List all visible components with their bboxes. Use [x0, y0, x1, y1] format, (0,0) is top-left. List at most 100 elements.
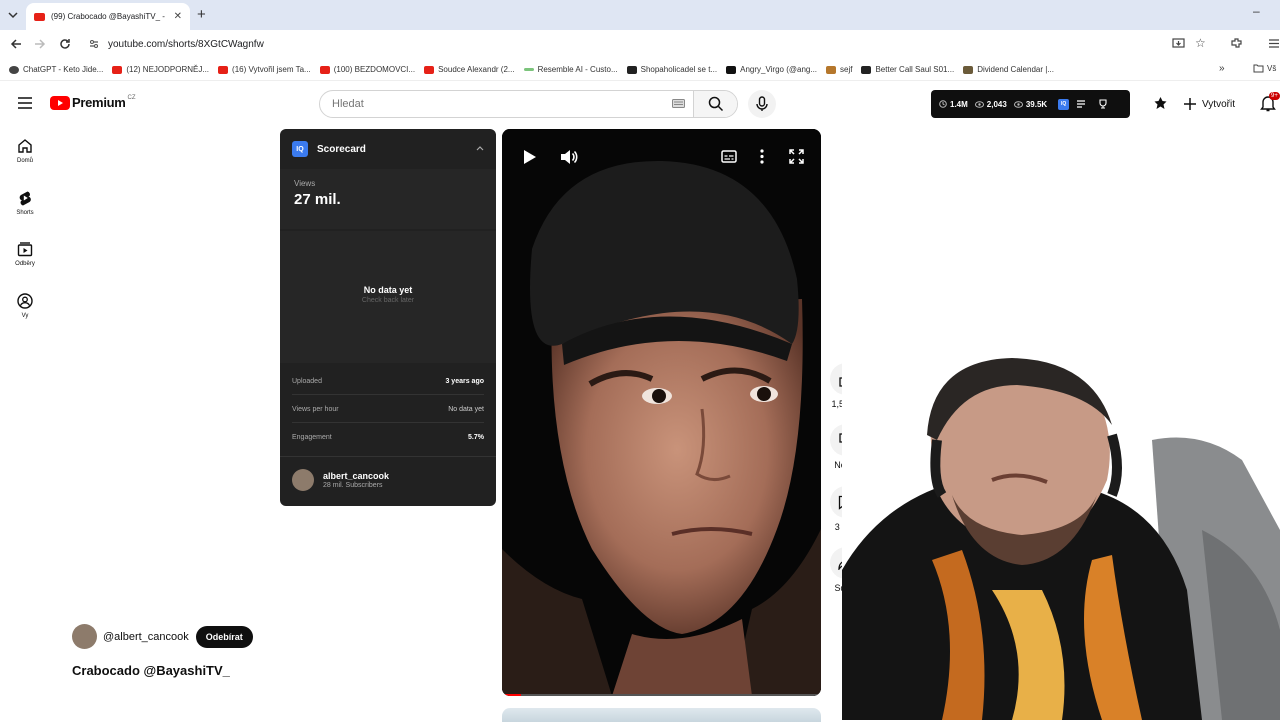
list-icon[interactable]	[1076, 99, 1086, 109]
channel-name: albert_cancook	[323, 471, 390, 481]
stat-row-uploaded: Uploaded 3 years ago	[292, 378, 484, 385]
bookmark-item[interactable]: Better Call Saul S01...	[861, 65, 954, 74]
extensions-icon[interactable]	[1230, 37, 1243, 50]
play-icon	[524, 150, 536, 164]
bookmark-item[interactable]: Angry_Virgo (@ang...	[726, 65, 817, 74]
youtube-favicon-icon	[424, 65, 435, 74]
scorecard-header[interactable]: IQ Scorecard	[292, 141, 366, 157]
vidiq-logo-icon: IQ	[292, 141, 308, 157]
active-tab[interactable]: (99) Crabocado @BayashiTV_ - ✕	[26, 3, 190, 30]
youtube-favicon-icon	[34, 12, 45, 21]
guide-menu-icon[interactable]	[18, 97, 32, 109]
tab-title: (99) Crabocado @BayashiTV_ -	[51, 12, 165, 21]
url-text: youtube.com/shorts/8XGtCWagnfw	[108, 38, 264, 50]
tab-list-button[interactable]	[6, 8, 20, 22]
chart-placeholder: No data yet Check back later	[280, 231, 496, 363]
views-stat: 39.5K	[1013, 100, 1047, 109]
search-box	[319, 90, 738, 118]
plus-icon	[1184, 98, 1196, 110]
youtube-premium-logo[interactable]: Premium CZ	[50, 95, 136, 110]
no-data-title: No data yet	[363, 285, 413, 295]
notifications-button[interactable]: 9+	[1260, 92, 1280, 113]
subscriptions-icon	[17, 242, 33, 257]
bookmark-item[interactable]: (16) Vytvořil jsem Ta...	[218, 65, 311, 74]
bookmark-favicon-icon	[9, 65, 19, 74]
progress-bar[interactable]	[502, 694, 821, 696]
play-button[interactable]	[523, 149, 537, 165]
other-bookmarks[interactable]: Vš	[1253, 64, 1276, 73]
watch-time-stat: 1.4M	[939, 100, 968, 109]
shorts-video-player[interactable]	[502, 129, 821, 696]
install-app-icon[interactable]	[1172, 37, 1185, 50]
site-info-icon[interactable]	[88, 38, 100, 50]
views-value: 27 mil.	[294, 191, 341, 208]
logo-text: Premium	[72, 95, 126, 110]
vidiq-stats-bar[interactable]: 1.4M 2,043 39.5K IQ	[931, 90, 1130, 118]
volume-icon	[561, 150, 578, 164]
more-options-button[interactable]	[760, 149, 764, 164]
divider	[280, 456, 496, 457]
fullscreen-button[interactable]	[789, 149, 804, 164]
close-tab-icon[interactable]: ✕	[174, 11, 182, 22]
stat-row-engagement: Engagement 5.7%	[292, 434, 484, 441]
bookmark-star-icon[interactable]: ☆	[1195, 36, 1206, 50]
bookmark-item[interactable]: Resemble AI - Custo...	[523, 65, 618, 74]
create-label: Vytvořit	[1202, 98, 1235, 110]
sidebar-item-home[interactable]: Domů	[0, 138, 50, 164]
fullscreen-icon	[789, 149, 804, 164]
bookmark-item[interactable]: Shopaholicadel se t...	[626, 65, 717, 74]
reload-icon[interactable]	[58, 37, 72, 51]
dividend-favicon-icon	[963, 65, 974, 74]
notification-count-badge: 9+	[1269, 92, 1280, 100]
create-button[interactable]: Vytvořit	[1176, 90, 1266, 118]
bookmark-item[interactable]: Dividend Calendar |...	[963, 65, 1054, 74]
channel-handle[interactable]: @albert_cancook	[103, 631, 189, 643]
video-frame-image	[502, 129, 821, 696]
vidiq-badge-icon[interactable]: IQ	[1058, 98, 1070, 110]
channel-avatar[interactable]	[72, 624, 97, 649]
bookmark-item[interactable]: Soudce Alexandr (2...	[424, 65, 515, 74]
search-button[interactable]	[693, 91, 737, 117]
sidebar-item-label: Odběry	[15, 261, 35, 267]
trophy-icon[interactable]	[1098, 99, 1108, 109]
eye-icon	[1013, 100, 1023, 108]
subscribe-button[interactable]: Odebírat	[195, 625, 253, 648]
views-stat: 2,043	[974, 100, 1007, 109]
search-icon	[708, 96, 723, 112]
new-tab-button[interactable]: +	[197, 6, 206, 23]
webcam-overlay-image	[842, 330, 1280, 720]
collapse-chevron-icon[interactable]	[476, 145, 484, 151]
bookmark-item[interactable]: sejf	[826, 65, 852, 74]
voice-search-button[interactable]	[748, 90, 776, 118]
microphone-icon	[756, 96, 768, 111]
eye-icon	[974, 100, 984, 108]
scorecard-channel[interactable]: albert_cancook 28 mil. Subscribers	[292, 469, 389, 491]
volume-button[interactable]	[560, 149, 578, 165]
search-input[interactable]	[332, 98, 662, 110]
address-bar[interactable]: youtube.com/shorts/8XGtCWagnfw	[82, 33, 1232, 55]
youtube-logo-icon	[50, 95, 70, 110]
keyboard-icon[interactable]	[672, 99, 685, 108]
more-bookmarks-icon[interactable]: »	[1219, 63, 1225, 74]
bookmarks-bar: ChatGPT - Keto Jide... (12) NEJODPORNĚJ.…	[0, 59, 1280, 81]
sidebar-item-label: Vy	[21, 313, 29, 319]
bookmark-item[interactable]: (12) NEJODPORNĚJ...	[112, 65, 209, 74]
back-icon[interactable]	[9, 37, 23, 51]
video-title[interactable]: Crabocado @BayashiTV_	[72, 663, 230, 678]
views-label: Views	[294, 179, 316, 188]
bookmark-item[interactable]: ChatGPT - Keto Jide...	[9, 65, 103, 74]
bookmark-item[interactable]: (100) BEZDOMOVCI...	[319, 65, 415, 74]
sidebar-item-subscriptions[interactable]: Odběry	[0, 241, 50, 267]
youtube-favicon-icon	[112, 65, 123, 74]
extension-icon[interactable]	[1153, 96, 1168, 111]
resemble-favicon-icon	[523, 68, 534, 71]
sidebar-item-shorts[interactable]: Shorts	[0, 190, 50, 216]
views-card: Views 27 mil.	[280, 169, 496, 229]
captions-button[interactable]	[721, 150, 737, 163]
folder-icon	[1253, 64, 1264, 73]
forward-icon[interactable]	[33, 37, 47, 51]
channel-row: @albert_cancook Odebírat	[72, 624, 253, 649]
minimize-window-button[interactable]: –	[1253, 4, 1260, 18]
sidebar-item-you[interactable]: Vy	[0, 293, 50, 319]
browser-menu-icon[interactable]	[1268, 37, 1280, 50]
